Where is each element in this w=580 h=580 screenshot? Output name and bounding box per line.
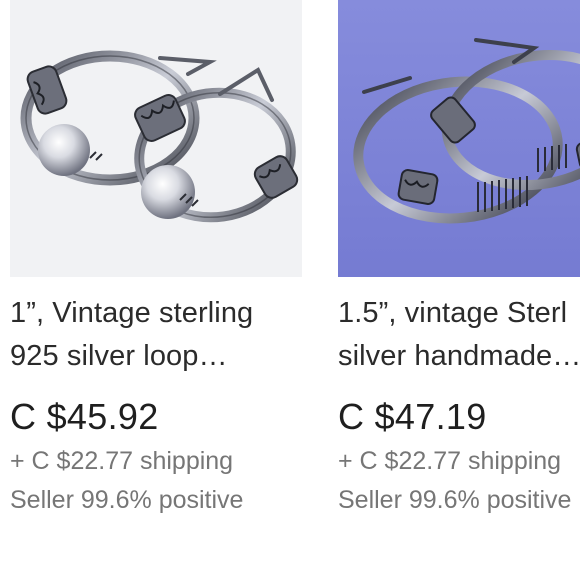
listing-price: C $45.92: [10, 396, 159, 437]
listing-title-line: 1.5”, vintage Sterl: [338, 297, 568, 329]
listing-image[interactable]: [10, 0, 302, 277]
listing-title-line: silver handmade…: [338, 340, 580, 372]
listing-title[interactable]: 1.5”, vintage Sterl silver handmade…: [338, 292, 580, 378]
earring-photo-icon: [10, 0, 302, 277]
listing-title[interactable]: 1”, Vintage sterling 925 silver loop…: [10, 292, 310, 378]
listing-image[interactable]: [338, 0, 580, 277]
listing-shipping: + C $22.77 shipping: [10, 447, 234, 475]
listing-card[interactable]: 1”, Vintage sterling 925 silver loop… C …: [10, 0, 302, 580]
listing-title-line: 925 silver loop…: [10, 340, 228, 372]
listing-seller-rating: Seller 99.6% positive: [338, 486, 572, 514]
listing-seller-rating: Seller 99.6% positive: [10, 486, 244, 514]
search-results-grid: 1”, Vintage sterling 925 silver loop… C …: [0, 0, 580, 580]
earring-photo-icon: [338, 0, 580, 277]
listing-title-line: 1”, Vintage sterling: [10, 297, 254, 329]
listing-card[interactable]: 1.5”, vintage Sterl silver handmade… C $…: [338, 0, 580, 580]
listing-price: C $47.19: [338, 396, 487, 437]
listing-shipping: + C $22.77 shipping: [338, 447, 562, 475]
